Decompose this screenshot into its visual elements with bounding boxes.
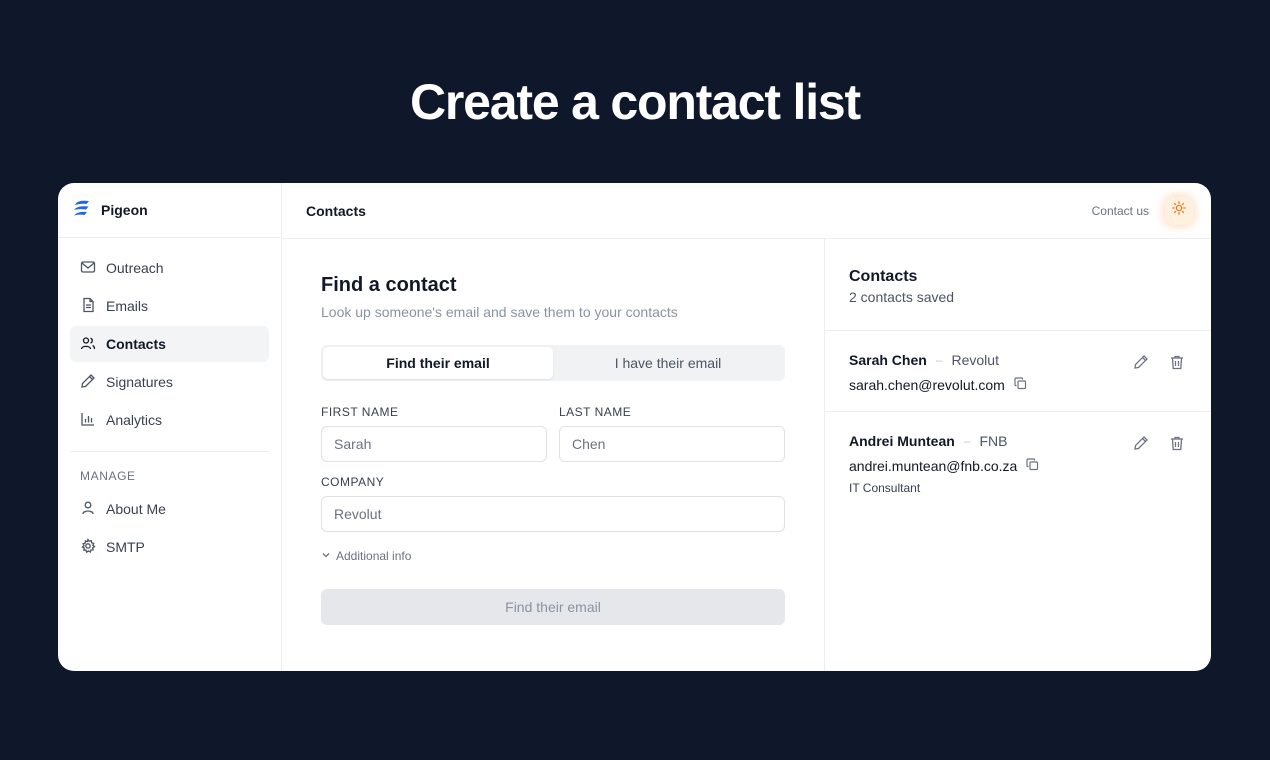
contact-email: sarah.chen@revolut.com	[849, 377, 1005, 393]
bar-chart-icon	[80, 411, 96, 430]
last-name-input[interactable]	[559, 426, 785, 462]
sidebar-item-label: Signatures	[106, 374, 173, 390]
contact-company: Revolut	[951, 352, 999, 368]
find-contact-title: Find a contact	[321, 274, 457, 296]
sidebar-item-signatures[interactable]: Signatures	[70, 364, 269, 400]
sidebar-item-outreach[interactable]: Outreach	[70, 250, 269, 286]
users-icon	[80, 335, 96, 354]
contact-name: Andrei Muntean	[849, 433, 955, 449]
additional-info-toggle[interactable]: Additional info	[321, 549, 785, 563]
contact-name: Sarah Chen	[849, 352, 927, 368]
find-their-email-button[interactable]: Find their email	[321, 589, 785, 625]
last-name-field: LAST NAME	[559, 405, 785, 462]
company-input[interactable]	[321, 496, 785, 532]
chevron-down-icon	[321, 549, 331, 563]
sidebar-item-label: Contacts	[106, 336, 166, 352]
sidebar-item-label: SMTP	[106, 539, 145, 555]
contact-company: FNB	[979, 433, 1008, 449]
find-contact-subtitle: Look up someone's email and save them to…	[321, 304, 678, 320]
copy-icon[interactable]	[1026, 458, 1042, 474]
company-field: COMPANY	[321, 475, 785, 532]
app-window: Pigeon Outreach Emails Contacts Signatur…	[58, 183, 1211, 671]
last-name-label: LAST NAME	[559, 405, 632, 419]
contacts-panel-title: Contacts	[849, 268, 918, 285]
sidebar-item-about-me[interactable]: About Me	[70, 491, 269, 527]
first-name-field: FIRST NAME	[321, 405, 547, 462]
contact-separator: –	[935, 353, 943, 367]
edit-pencil-icon[interactable]	[1133, 354, 1149, 370]
contact-item: Sarah Chen – Revolut sarah.chen@revolut.…	[825, 331, 1211, 412]
copy-icon[interactable]	[1014, 377, 1030, 393]
sidebar-item-label: Emails	[106, 298, 149, 314]
sidebar-item-smtp[interactable]: SMTP	[70, 529, 269, 565]
find-contact-section: Find a contact Look up someone's email a…	[282, 239, 825, 671]
first-name-input[interactable]	[321, 426, 547, 462]
sidebar-item-label: About Me	[106, 501, 166, 517]
hero-title: Create a contact list	[410, 74, 861, 130]
theme-toggle-button[interactable]	[1165, 196, 1193, 225]
gear-icon	[80, 537, 96, 557]
manage-nav: About Me SMTP	[58, 491, 281, 565]
name-fields-row: FIRST NAME LAST NAME	[321, 405, 785, 462]
contact-us-link[interactable]: Contact us	[1092, 204, 1149, 218]
edit-pencil-icon[interactable]	[1133, 435, 1149, 451]
mail-icon	[80, 259, 96, 278]
delete-trash-icon[interactable]	[1169, 354, 1185, 370]
sidebar-divider	[70, 451, 269, 452]
mode-tabs: Find their email I have their email	[321, 345, 785, 381]
contacts-count: 2 contacts saved	[849, 289, 955, 305]
user-icon	[80, 500, 96, 519]
contact-item: Andrei Muntean – FNB andrei.muntean@fnb.…	[825, 412, 1211, 508]
sidebar-nav: Outreach Emails Contacts Signatures Anal…	[58, 238, 281, 438]
brand: Pigeon	[58, 183, 281, 238]
company-label: COMPANY	[321, 475, 385, 489]
delete-trash-icon[interactable]	[1169, 435, 1185, 451]
contact-separator: –	[963, 434, 971, 448]
pen-icon	[80, 373, 96, 392]
brand-name: Pigeon	[101, 202, 148, 218]
sidebar-item-emails[interactable]: Emails	[70, 288, 269, 324]
sun-icon	[1172, 201, 1186, 220]
sidebar-item-analytics[interactable]: Analytics	[70, 402, 269, 438]
contacts-panel: Contacts 2 contacts saved Sarah Chen – R…	[825, 239, 1211, 671]
additional-info-label: Additional info	[336, 549, 412, 563]
topbar: Contacts Contact us	[282, 183, 1211, 239]
sidebar-item-label: Analytics	[106, 412, 163, 428]
manage-section-label: MANAGE	[80, 469, 136, 483]
tab-i-have-their-email[interactable]: I have their email	[553, 347, 783, 379]
contact-email: andrei.muntean@fnb.co.za	[849, 458, 1018, 474]
contacts-panel-header: Contacts 2 contacts saved	[825, 239, 1211, 331]
contact-job-title: IT Consultant	[849, 481, 921, 495]
tab-find-their-email[interactable]: Find their email	[323, 347, 553, 379]
sidebar-item-contacts[interactable]: Contacts	[70, 326, 269, 362]
sidebar: Pigeon Outreach Emails Contacts Signatur…	[58, 183, 282, 671]
document-icon	[80, 297, 96, 316]
first-name-label: FIRST NAME	[321, 405, 399, 419]
sidebar-item-label: Outreach	[106, 260, 164, 276]
page-title: Contacts	[306, 202, 366, 219]
pigeon-logo-icon	[71, 197, 93, 224]
